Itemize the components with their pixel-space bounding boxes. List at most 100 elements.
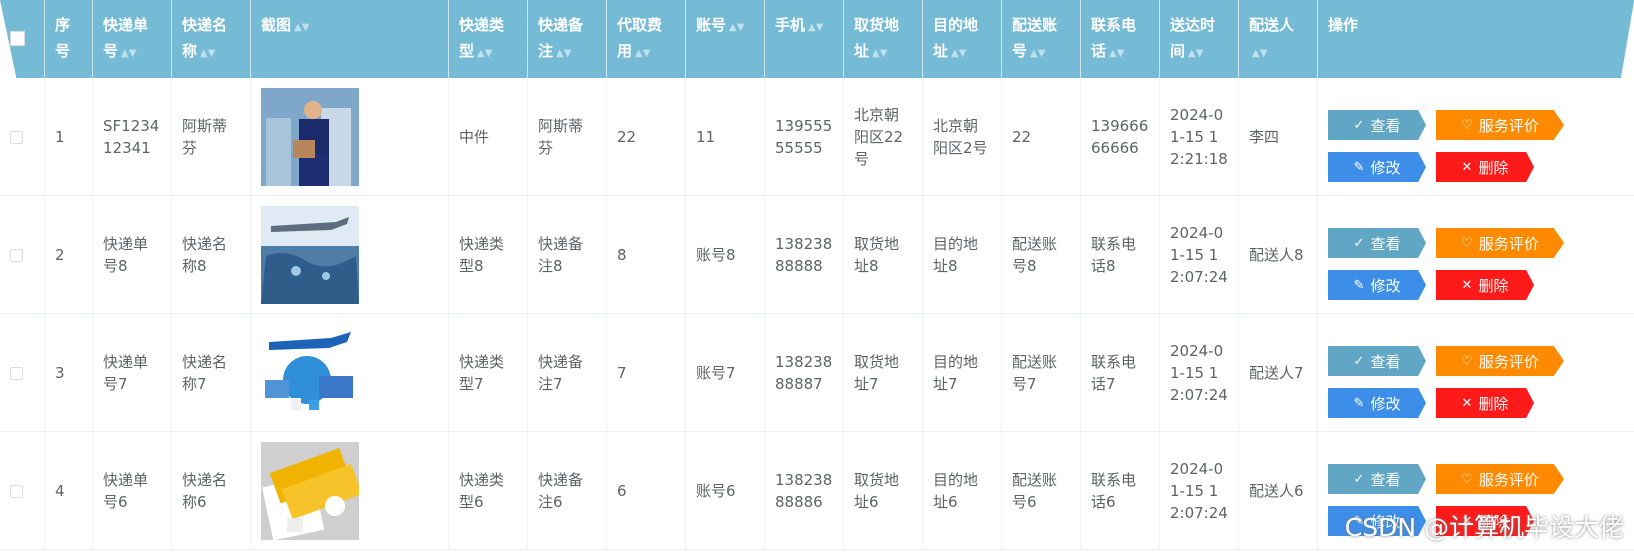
header-courier[interactable]: 配送人▲▼: [1239, 0, 1318, 78]
cell-contact: 联系电话8: [1081, 196, 1160, 314]
cell-index: 3: [45, 314, 93, 432]
cell-index: 4: [45, 432, 93, 550]
delivery-tickets-image[interactable]: [261, 442, 359, 540]
cell-courier-account: 配送账号8: [1002, 196, 1081, 314]
table-row: 2 快递单号8 快递名称8 快递类型8 快递备注8 8 账号8 13823888…: [0, 196, 1634, 314]
rate-button[interactable]: ♡ 服务评价: [1436, 110, 1564, 140]
cell-courier: 李四: [1239, 78, 1318, 196]
edit-button[interactable]: ✎ 修改: [1328, 152, 1426, 182]
table-header: 序号 快递单号 ▲▼ 快递名称 ▲▼ 截图 ▲▼ 快递类型 ▲▼ 快递备注 ▲▼ 代取费用…: [0, 0, 1634, 78]
cell-courier-account: 配送账号7: [1002, 314, 1081, 432]
header-tracking[interactable]: 快递单号 ▲▼: [93, 0, 172, 78]
sort-icon[interactable]: ▲▼: [951, 48, 966, 59]
view-button[interactable]: ✓ 查看: [1328, 228, 1426, 258]
header-time[interactable]: 送达时间 ▲▼: [1160, 0, 1239, 78]
cell-index: 1: [45, 78, 93, 196]
cell-name: 阿斯蒂芬: [172, 78, 251, 196]
view-button[interactable]: ✓ 查看: [1328, 464, 1426, 494]
cell-fee: 7: [607, 314, 686, 432]
header-fee[interactable]: 代取费用 ▲▼: [607, 0, 686, 78]
cell-time: 2024-01-15 12:07:24: [1160, 432, 1239, 550]
cell-type: 中件: [449, 78, 528, 196]
table-row: 3 快递单号7 快递名称7 快递类型7 快递备注7 7 账号7 13823888…: [0, 314, 1634, 432]
airplane-map-image[interactable]: [261, 206, 359, 304]
edit-button[interactable]: ✎ 修改: [1328, 270, 1426, 300]
header-type[interactable]: 快递类型 ▲▼: [449, 0, 528, 78]
cell-fee: 8: [607, 196, 686, 314]
sort-icon[interactable]: ▲▼: [294, 22, 309, 33]
cell-name: 快递名称8: [172, 196, 251, 314]
sort-icon[interactable]: ▲▼: [1188, 48, 1203, 59]
row-checkbox[interactable]: [10, 366, 23, 380]
cell-contact: 联系电话6: [1081, 432, 1160, 550]
check-icon: ✓: [1353, 471, 1365, 486]
cell-courier: 配送人7: [1239, 314, 1318, 432]
sort-icon[interactable]: ▲▼: [1109, 48, 1124, 59]
pen-icon: ✎: [1353, 159, 1365, 174]
delete-button[interactable]: ✕ 删除: [1436, 270, 1534, 300]
header-contact[interactable]: 联系电话 ▲▼: [1081, 0, 1160, 78]
rate-button[interactable]: ♡ 服务评价: [1436, 346, 1564, 376]
view-button[interactable]: ✓ 查看: [1328, 346, 1426, 376]
sort-icon[interactable]: ▲▼: [729, 22, 744, 33]
cell-actions: ✓ 查看 ♡ 服务评价 ✎ 修改 ✕ 删除: [1318, 314, 1634, 432]
row-select[interactable]: [0, 314, 45, 432]
cell-phone: 13955555555: [765, 78, 844, 196]
cell-pickup: 取货地址6: [844, 432, 923, 550]
check-icon: ✓: [1353, 117, 1365, 132]
header-account[interactable]: 账号 ▲▼: [686, 0, 765, 78]
cell-dest: 北京朝阳区2号: [923, 78, 1002, 196]
select-all-checkbox[interactable]: [10, 31, 25, 46]
header-dest[interactable]: 目的地址 ▲▼: [923, 0, 1002, 78]
cell-time: 2024-01-15 12:07:24: [1160, 314, 1239, 432]
header-screenshot[interactable]: 截图 ▲▼: [251, 0, 449, 78]
sort-icon[interactable]: ▲▼: [556, 48, 571, 59]
cell-type: 快递类型6: [449, 432, 528, 550]
header-courier-account[interactable]: 配送账号 ▲▼: [1002, 0, 1081, 78]
cell-phone: 13823888888: [765, 196, 844, 314]
cell-screenshot: [251, 196, 449, 314]
rate-button[interactable]: ♡ 服务评价: [1436, 464, 1564, 494]
sort-icon[interactable]: ▲▼: [635, 48, 650, 59]
delete-button[interactable]: ✕ 删除: [1436, 388, 1534, 418]
sort-icon[interactable]: ▲▼: [872, 48, 887, 59]
cell-contact: 13966666666: [1081, 78, 1160, 196]
sort-icon[interactable]: ▲▼: [1030, 48, 1045, 59]
check-icon: ✓: [1353, 235, 1365, 250]
header-name[interactable]: 快递名称 ▲▼: [172, 0, 251, 78]
row-checkbox[interactable]: [10, 130, 23, 144]
row-select[interactable]: [0, 196, 45, 314]
row-select[interactable]: [0, 432, 45, 550]
header-note[interactable]: 快递备注 ▲▼: [528, 0, 607, 78]
sort-icon[interactable]: ▲▼: [808, 22, 823, 33]
courier-delivery-image[interactable]: [261, 88, 359, 186]
sort-icon[interactable]: ▲▼: [1252, 48, 1267, 59]
cell-account: 账号8: [686, 196, 765, 314]
cell-phone: 13823888887: [765, 314, 844, 432]
view-button[interactable]: ✓ 查看: [1328, 110, 1426, 140]
logistics-globe-image[interactable]: [261, 324, 359, 422]
edit-button[interactable]: ✎ 修改: [1328, 388, 1426, 418]
header-select-all[interactable]: [0, 0, 45, 78]
header-pickup[interactable]: 取货地址 ▲▼: [844, 0, 923, 78]
header-phone[interactable]: 手机 ▲▼: [765, 0, 844, 78]
check-icon: ✓: [1353, 353, 1365, 368]
cell-dest: 目的地址8: [923, 196, 1002, 314]
cell-dest: 目的地址6: [923, 432, 1002, 550]
sort-icon[interactable]: ▲▼: [200, 48, 215, 59]
cell-contact: 联系电话7: [1081, 314, 1160, 432]
row-select[interactable]: [0, 78, 45, 196]
sort-icon[interactable]: ▲▼: [477, 48, 492, 59]
sort-icon[interactable]: ▲▼: [121, 48, 136, 59]
row-checkbox[interactable]: [10, 484, 23, 498]
row-checkbox[interactable]: [10, 248, 23, 262]
heart-icon: ♡: [1461, 235, 1473, 250]
cell-actions: ✓ 查看 ♡ 服务评价 ✎ 修改 ✕ 删除: [1318, 78, 1634, 196]
cell-tracking: 快递单号8: [93, 196, 172, 314]
heart-icon: ♡: [1461, 471, 1473, 486]
cell-courier-account: 22: [1002, 78, 1081, 196]
rate-button[interactable]: ♡ 服务评价: [1436, 228, 1564, 258]
cell-screenshot: [251, 78, 449, 196]
cell-screenshot: [251, 314, 449, 432]
delete-button[interactable]: ✕ 删除: [1436, 152, 1534, 182]
